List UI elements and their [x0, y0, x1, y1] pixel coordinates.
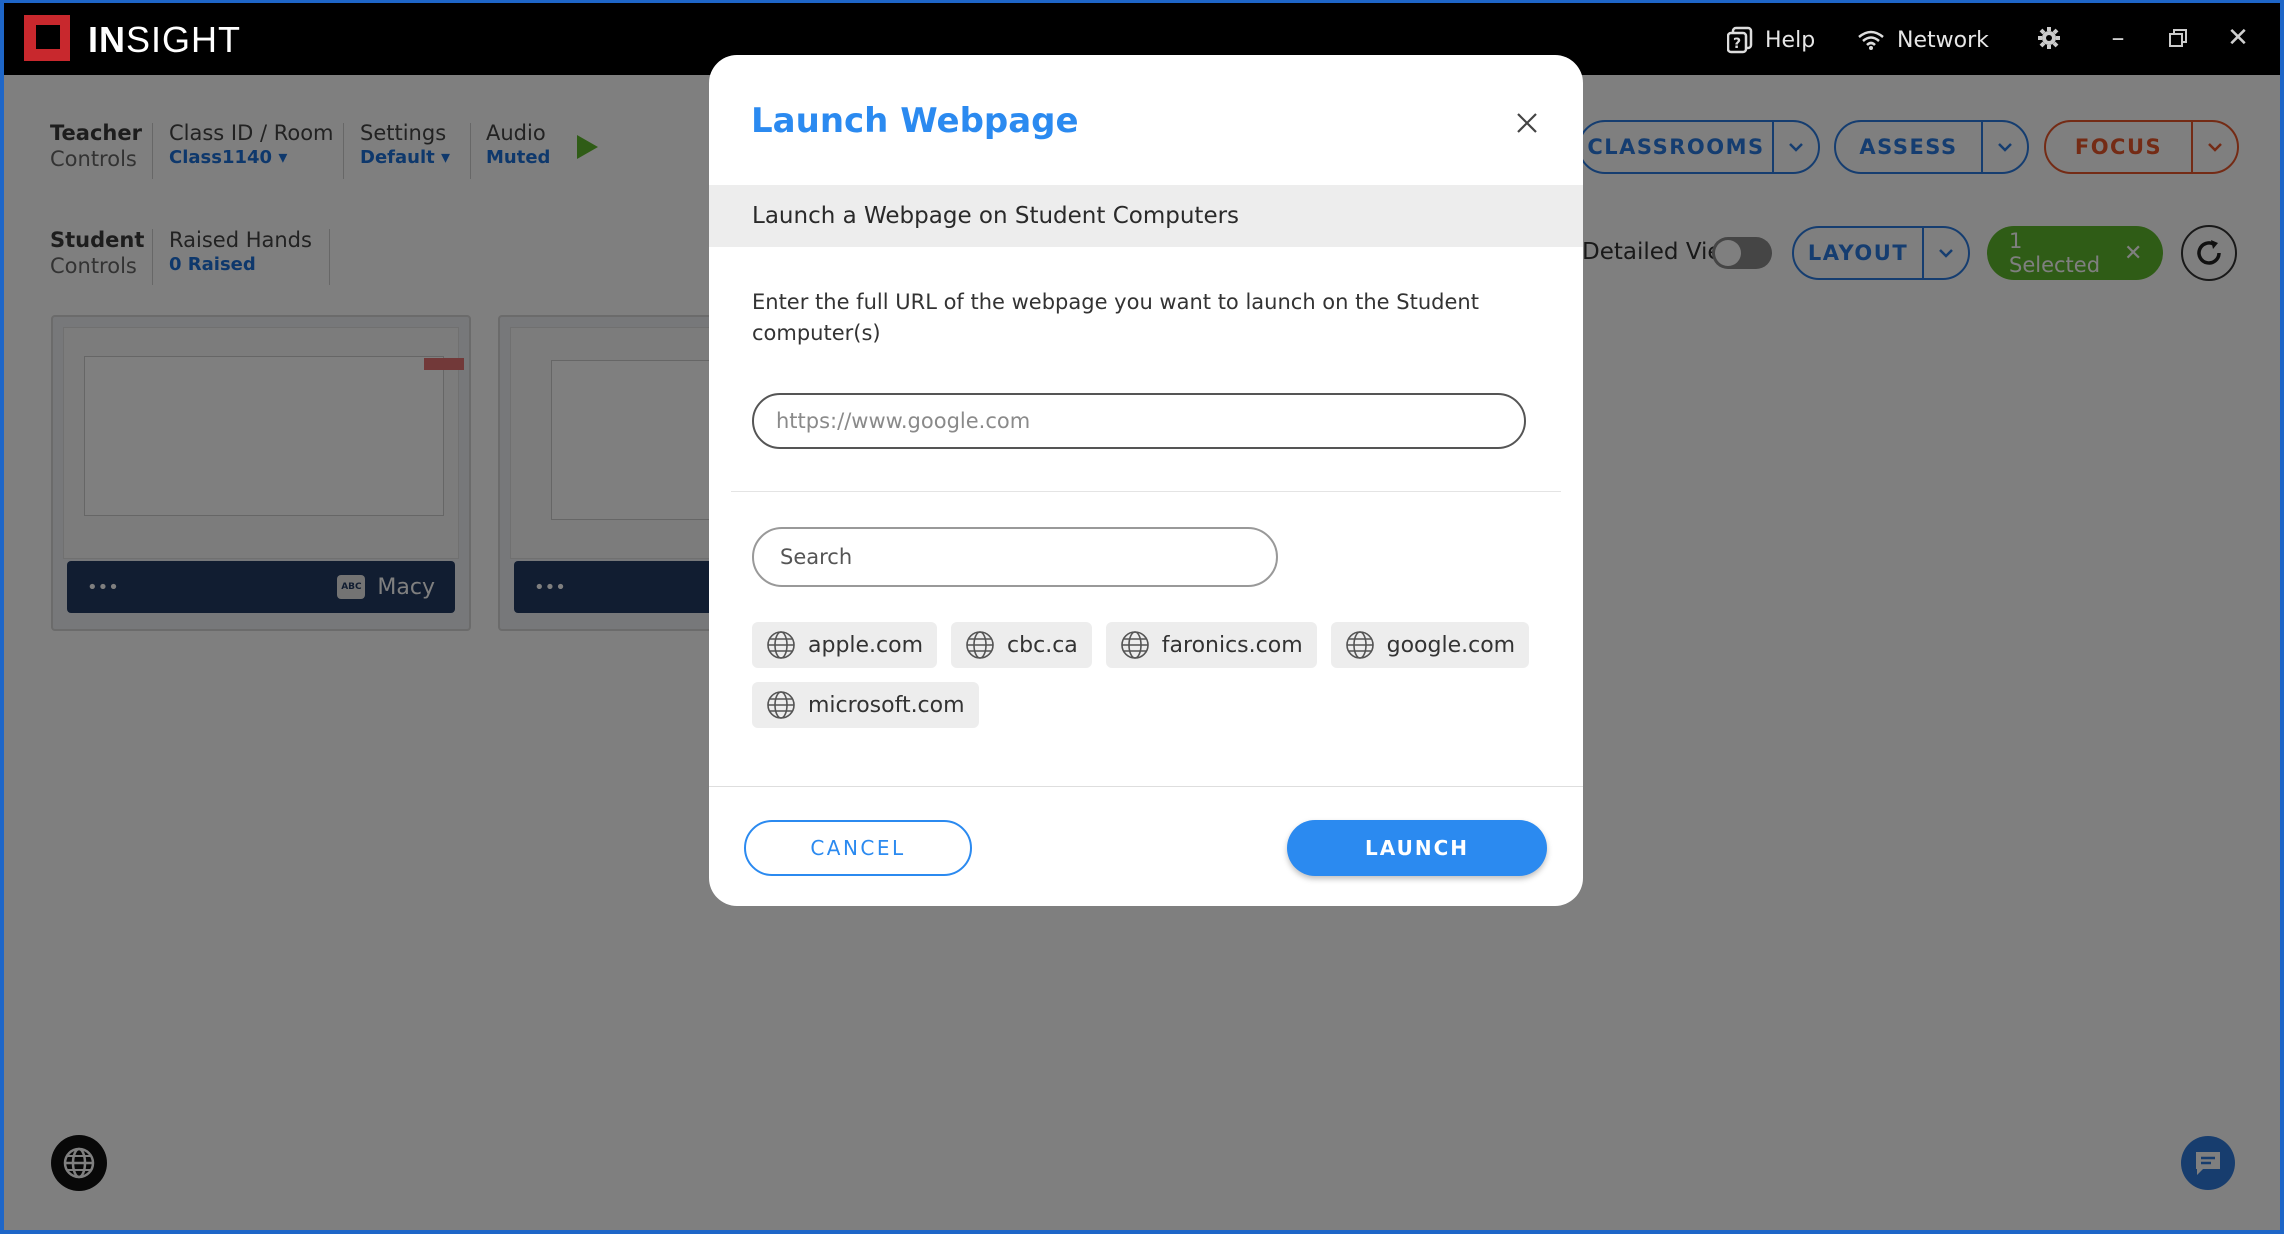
network-label: Network [1897, 27, 1989, 53]
divider [731, 491, 1561, 492]
globe-icon [767, 691, 795, 719]
minimize-icon: – [2111, 23, 2125, 53]
close-dialog-button[interactable] [1509, 105, 1545, 141]
site-chip-label: cbc.ca [1007, 632, 1078, 658]
close-icon: ✕ [2227, 23, 2249, 53]
settings-button[interactable] [2034, 23, 2064, 53]
site-chip-microsoft[interactable]: microsoft.com [752, 682, 979, 728]
restore-icon [2169, 29, 2187, 47]
svg-text:?: ? [1733, 36, 1741, 52]
close-window-button[interactable]: ✕ [2223, 23, 2253, 53]
site-chip-label: google.com [1386, 632, 1516, 658]
globe-icon [767, 631, 795, 659]
site-chip-label: apple.com [808, 632, 924, 658]
site-chip-apple[interactable]: apple.com [752, 622, 938, 668]
help-button[interactable]: ? Help [1727, 25, 1815, 55]
search-input[interactable] [752, 527, 1278, 587]
close-icon [1517, 113, 1537, 133]
dialog-title: Launch Webpage [751, 101, 1079, 141]
help-icon: ? [1727, 26, 1753, 54]
dialog-description: Enter the full URL of the webpage you wa… [752, 290, 1479, 345]
launch-webpage-dialog: Launch Webpage Launch a Webpage on Stude… [709, 55, 1583, 906]
globe-icon [1345, 631, 1374, 659]
url-input[interactable] [752, 393, 1526, 449]
wifi-icon [1858, 30, 1884, 50]
app-name: INSIGHT [88, 19, 242, 60]
minimize-button[interactable]: – [2103, 23, 2133, 53]
site-chip-label: faronics.com [1161, 632, 1303, 658]
cancel-button[interactable]: CANCEL [744, 820, 972, 876]
site-chip-cbc[interactable]: cbc.ca [951, 622, 1092, 668]
app-window: INSIGHT ? Help Network – ✕ Teacher Contr… [4, 3, 2280, 1230]
app-logo [24, 15, 70, 61]
help-label: Help [1765, 27, 1816, 53]
globe-icon [1120, 631, 1149, 659]
dialog-subtitle: Launch a Webpage on Student Computers [709, 185, 1583, 247]
globe-icon [966, 631, 994, 659]
site-shortcut-list: apple.com cbc.ca faronics.com google.com… [752, 622, 1542, 728]
gear-icon [2038, 27, 2060, 49]
restore-button[interactable] [2163, 23, 2193, 53]
network-button[interactable]: Network [1857, 25, 1989, 55]
launch-button[interactable]: LAUNCH [1287, 820, 1547, 876]
dialog-footer-divider [709, 786, 1583, 787]
site-chip-label: microsoft.com [808, 692, 965, 718]
site-chip-faronics[interactable]: faronics.com [1105, 622, 1317, 668]
site-chip-google[interactable]: google.com [1330, 622, 1530, 668]
